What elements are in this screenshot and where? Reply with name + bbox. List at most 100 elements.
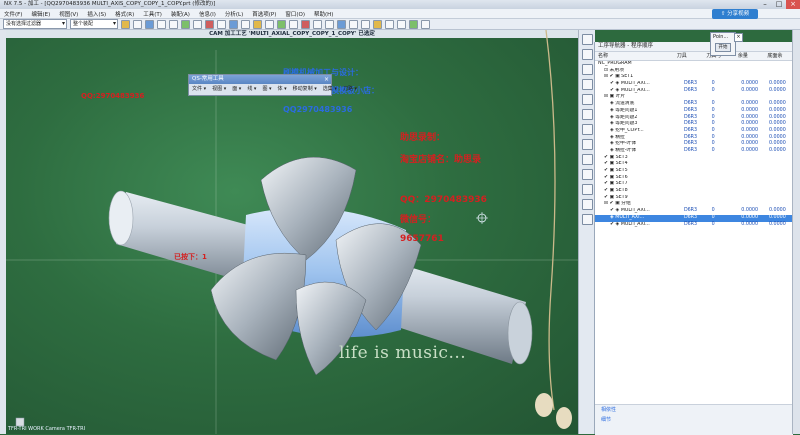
process-icon[interactable] xyxy=(581,184,593,195)
operation-row[interactable]: ✔ ◈ MULTI_AXI... D6R3 0 0.0000 0.0000 xyxy=(595,81,793,88)
assembly-scope-dropdown[interactable]: 整个装配 xyxy=(70,19,118,29)
history-icon[interactable] xyxy=(581,109,593,120)
operation-row[interactable]: ◈ 挖中_COPY... D6R3 0 0.0000 0.0000 xyxy=(595,128,793,135)
assembly-navigator-icon[interactable] xyxy=(581,64,593,75)
system-materials-icon[interactable] xyxy=(581,124,593,135)
layer-icon[interactable] xyxy=(397,19,406,29)
navigator-icon[interactable] xyxy=(581,34,593,45)
qt-menu-selection[interactable]: 选集 ▾ xyxy=(323,84,337,94)
qt-menu-face[interactable]: 面 ▾ xyxy=(232,84,241,94)
menu-format[interactable]: 格式(R) xyxy=(115,10,134,18)
qt-menu-file[interactable]: 文件 ▾ xyxy=(192,84,206,94)
menu-view[interactable]: 视图(V) xyxy=(59,10,78,18)
center-point-icon[interactable] xyxy=(181,19,190,29)
quadrant-icon[interactable] xyxy=(205,19,214,29)
redo-icon[interactable] xyxy=(325,19,334,29)
qt-menu-line[interactable]: 线 ▾ xyxy=(247,84,256,94)
wcs-icon[interactable] xyxy=(409,19,418,29)
geometry-icon[interactable] xyxy=(581,199,593,210)
operation-row[interactable]: ✔ ▣ SET8 xyxy=(595,188,793,195)
menu-help[interactable]: 帮助(H) xyxy=(314,10,333,18)
operation-row[interactable]: NC_PROGRAM xyxy=(595,61,793,68)
midpoint-icon[interactable] xyxy=(169,19,178,29)
web-browser-icon[interactable] xyxy=(581,139,593,150)
menu-window[interactable]: 窗口(O) xyxy=(285,10,305,18)
menu-insert[interactable]: 插入(S) xyxy=(87,10,106,18)
selection-filter-dropdown[interactable]: 没有选择过滤器 xyxy=(3,19,67,29)
col-stock[interactable]: 余量 xyxy=(738,52,768,60)
operation-row[interactable]: ◈ 精拉-叶体 D6R3 0 0.0000 0.0000 xyxy=(595,148,793,155)
verify-toolpath-icon[interactable] xyxy=(265,19,274,29)
wireframe-icon[interactable] xyxy=(385,19,394,29)
operation-row[interactable]: ⊡ 未用项 xyxy=(595,68,793,75)
operation-row[interactable]: ◈ 挖中-叶体 D6R3 0 0.0000 0.0000 xyxy=(595,141,793,148)
constraint-icon[interactable] xyxy=(581,79,593,90)
close-window-button[interactable]: × xyxy=(786,0,800,9)
postprocess-icon[interactable] xyxy=(277,19,286,29)
point-on-curve-icon[interactable] xyxy=(229,19,238,29)
operation-row[interactable]: ◈ 等距问题3 D6R3 0 0.0000 0.0000 xyxy=(595,121,793,128)
menu-file[interactable]: 文件(F) xyxy=(4,10,22,18)
endpoint-icon[interactable] xyxy=(157,19,166,29)
maximize-button[interactable]: □ xyxy=(772,0,786,9)
operation-row[interactable]: ✔ ◈ MULTI_AXI... D6R3 0 0.0000 0.0000 xyxy=(595,88,793,95)
machine-tool-icon[interactable] xyxy=(581,169,593,180)
point-dialog-close-button[interactable]: × xyxy=(734,33,743,42)
menu-assembly[interactable]: 装配(A) xyxy=(171,10,190,18)
method-icon[interactable] xyxy=(581,214,593,225)
dependencies-panel[interactable]: 相依性 xyxy=(595,405,793,415)
minimize-button[interactable]: – xyxy=(758,0,772,9)
row-stock: 0.0000 xyxy=(741,221,759,227)
existing-point-icon[interactable] xyxy=(217,19,226,29)
operation-row[interactable]: ✔ ▣ SET3 xyxy=(595,155,793,162)
operation-row[interactable]: ✔ ◈ MULTI_AXI... D6R3 0 0.0000 0.0000 xyxy=(595,222,793,229)
roles-icon[interactable] xyxy=(581,154,593,165)
zoom-icon[interactable] xyxy=(349,19,358,29)
rotate-icon[interactable] xyxy=(361,19,370,29)
qt-menu-toolpath[interactable]: 刀路 ▾ xyxy=(343,84,357,94)
operation-row[interactable]: ◈ MULTI_AXI... D6R3 0 0.0000 0.0000 xyxy=(595,214,793,222)
quick-tools-panel-title[interactable]: QS-常用工具 × xyxy=(189,75,331,84)
point-dialog-start-button[interactable]: 开始 xyxy=(715,43,731,52)
menu-edit[interactable]: 编辑(E) xyxy=(31,10,50,18)
operation-row[interactable]: ✔ ▣ SET7 xyxy=(595,181,793,188)
row-tool: D6R3 xyxy=(683,141,698,147)
part-navigator-icon[interactable] xyxy=(581,49,593,60)
operation-row[interactable]: ✔ ◈ MULTI_AXI... D6R3 0 0.0000 0.0000 xyxy=(595,208,793,215)
intersection-icon[interactable] xyxy=(193,19,202,29)
qt-menu-drawing[interactable]: 图 ▾ xyxy=(262,84,271,94)
menu-analysis[interactable]: 分析(L) xyxy=(225,10,243,18)
shop-doc-icon[interactable] xyxy=(289,19,298,29)
delete-icon[interactable] xyxy=(301,19,310,29)
operation-row[interactable]: ✔ ▣ SET9 xyxy=(595,195,793,202)
operation-row[interactable]: ✔ ▣ SET5 xyxy=(595,168,793,175)
point-on-face-icon[interactable] xyxy=(241,19,250,29)
undo-icon[interactable] xyxy=(313,19,322,29)
row-stock xyxy=(740,168,769,175)
menu-tools[interactable]: 工具(T) xyxy=(143,10,162,18)
operation-row[interactable]: ✔ ▣ SET6 xyxy=(595,175,793,182)
operation-row[interactable]: ✔ ▣ SET4 xyxy=(595,161,793,168)
col-name[interactable]: 名称 xyxy=(595,52,677,60)
operation-row[interactable]: ◈ 流道清底 D6R3 0 0.0000 0.0000 xyxy=(595,101,793,108)
generate-toolpath-icon[interactable] xyxy=(253,19,262,29)
details-panel[interactable]: 细节 xyxy=(595,415,793,425)
col-floor-stock[interactable]: 底面余 xyxy=(767,52,793,60)
close-icon[interactable]: × xyxy=(324,75,329,84)
fit-view-icon[interactable] xyxy=(337,19,346,29)
shaded-icon[interactable] xyxy=(373,19,382,29)
qt-menu-view[interactable]: 视图 ▾ xyxy=(212,84,226,94)
col-tool[interactable]: 刀具 xyxy=(677,52,707,60)
measure-icon[interactable] xyxy=(421,19,430,29)
menu-info[interactable]: 信息(I) xyxy=(199,10,216,18)
reuse-library-icon[interactable] xyxy=(581,94,593,105)
snap-point-icon[interactable] xyxy=(145,19,154,29)
qt-menu-body[interactable]: 体 ▾ xyxy=(278,84,287,94)
menu-preferences[interactable]: 首选项(P) xyxy=(252,10,276,18)
share-video-button[interactable]: ⇧ 分享视频 xyxy=(712,9,758,19)
select-icon[interactable] xyxy=(121,19,130,29)
operation-row[interactable]: ◈ 等距问题1 D6R3 0 0.0000 0.0000 xyxy=(595,108,793,115)
graphics-viewport[interactable]: CAM 加工工艺 'MULTI_AXIAL_COPY_COPY_1_COPY' … xyxy=(6,30,578,434)
filter-icon[interactable] xyxy=(133,19,142,29)
qt-menu-move-copy[interactable]: 移动复制 ▾ xyxy=(293,84,317,94)
